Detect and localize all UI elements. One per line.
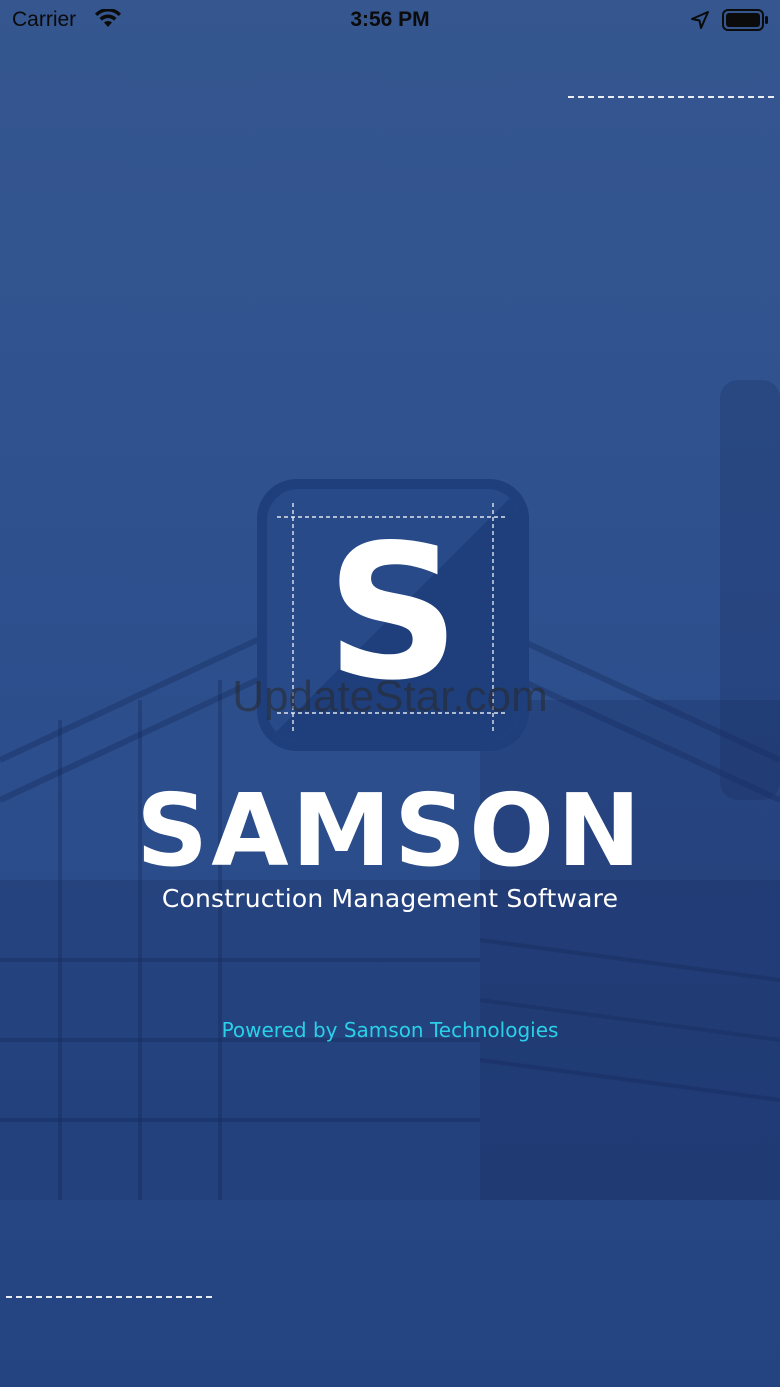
decorative-dashed-line-top (568, 96, 774, 98)
brand-tagline: Construction Management Software (161, 884, 619, 913)
decorative-dashed-line-bottom (6, 1296, 212, 1298)
watermark-text: UpdateStar.com (232, 672, 548, 721)
powered-by-text: Powered by Samson Technologies (221, 1018, 559, 1042)
battery-icon (722, 9, 768, 31)
brand-name: SAMSON (136, 772, 644, 889)
status-bar: Carrier 3:56 PM (0, 0, 780, 40)
status-time: 3:56 PM (350, 8, 430, 31)
location-icon (691, 11, 709, 29)
splash-screen: Carrier 3:56 PM S UpdateStar.com SAMSON … (0, 0, 780, 1387)
